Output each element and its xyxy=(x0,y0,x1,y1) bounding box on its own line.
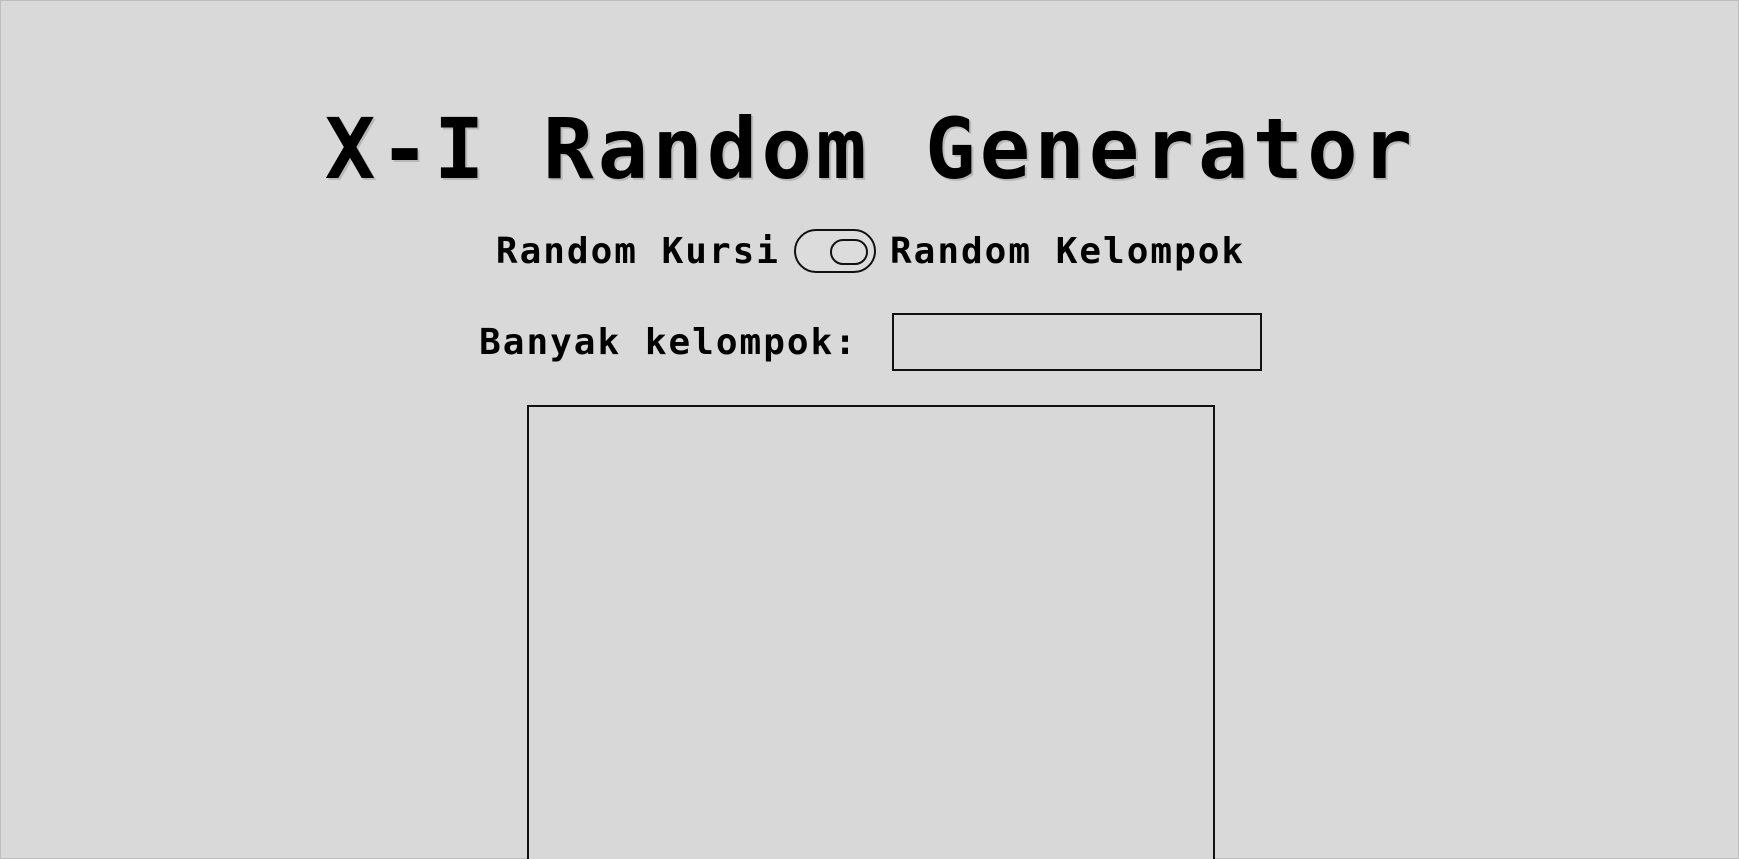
group-count-row: Banyak kelompok: xyxy=(1,313,1739,371)
random-group-label: Random Kelompok xyxy=(889,230,1246,272)
group-count-input[interactable] xyxy=(891,313,1262,371)
page-title: X-I Random Generator xyxy=(324,100,1417,199)
random-seat-label: Random Kursi xyxy=(495,230,780,272)
mode-toggle-switch[interactable] xyxy=(793,229,876,273)
results-box[interactable] xyxy=(527,405,1215,859)
app-window: X-I Random Generator Random Kursi Random… xyxy=(0,0,1739,859)
mode-selector: Random Kursi Random Kelompok xyxy=(1,229,1739,273)
group-count-label: Banyak kelompok: xyxy=(479,321,858,363)
toggle-knob-icon xyxy=(829,239,868,265)
